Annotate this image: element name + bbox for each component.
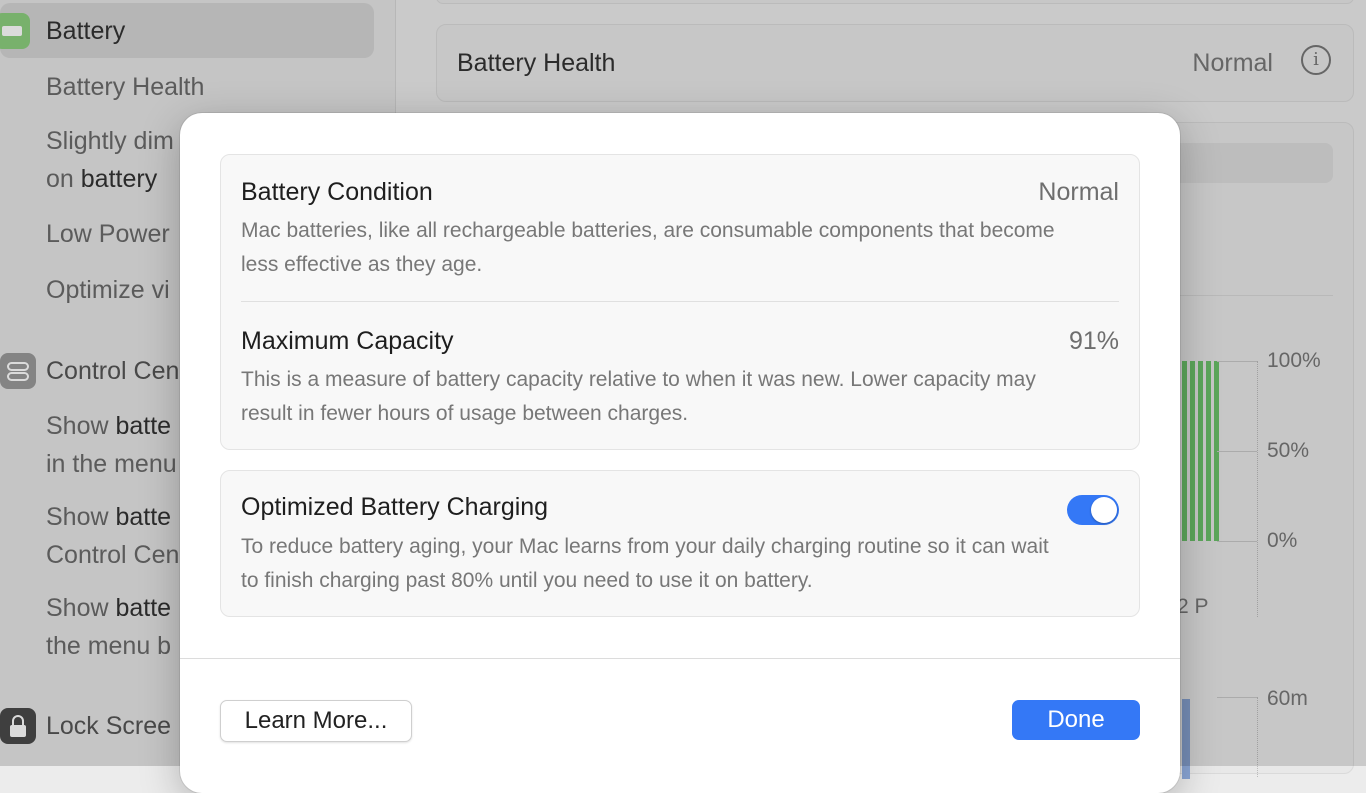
- battery-condition-title: Battery Condition: [241, 178, 433, 206]
- done-button[interactable]: Done: [1012, 700, 1140, 740]
- optimized-charging-toggle[interactable]: [1067, 495, 1119, 525]
- battery-condition-description: Mac batteries, like all rechargeable bat…: [241, 219, 1055, 276]
- row-divider: [241, 301, 1119, 302]
- battery-info-group: Battery Condition Normal Mac batteries, …: [220, 154, 1140, 450]
- optimized-charging-title: Optimized Battery Charging: [241, 493, 549, 521]
- maximum-capacity-title: Maximum Capacity: [241, 327, 454, 355]
- maximum-capacity-description: This is a measure of battery capacity re…: [241, 368, 1036, 425]
- footer-divider: [180, 658, 1180, 659]
- maximum-capacity-value: 91%: [1068, 327, 1119, 355]
- optimized-charging-group: Optimized Battery Charging To reduce bat…: [220, 470, 1140, 617]
- battery-health-dialog: Battery Condition Normal Mac batteries, …: [180, 113, 1180, 793]
- battery-condition-value: Normal: [1038, 178, 1119, 206]
- toggle-knob: [1091, 497, 1117, 523]
- learn-more-button[interactable]: Learn More...: [220, 700, 412, 742]
- optimized-charging-description: To reduce battery aging, your Mac learns…: [241, 535, 1049, 592]
